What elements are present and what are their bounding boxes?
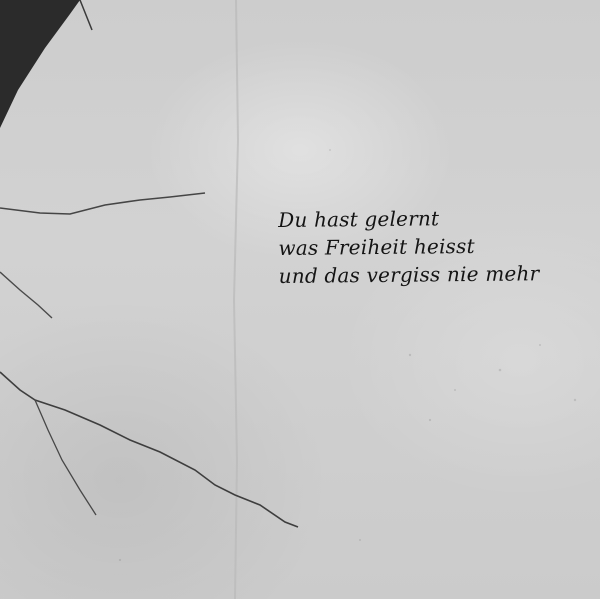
painted-quote: Du hast gelernt was Freiheit heisst und … bbox=[278, 203, 579, 290]
wall-seam bbox=[232, 0, 240, 599]
crack-line-top bbox=[0, 192, 206, 215]
crack-line-middle bbox=[0, 271, 53, 319]
wall-background bbox=[0, 0, 577, 599]
quote-line: Du hast gelernt bbox=[278, 206, 440, 232]
photo-scene: Du hast gelernt was Freiheit heisst und … bbox=[0, 0, 600, 599]
corner-edge-line bbox=[79, 0, 93, 31]
crack-branch bbox=[34, 399, 97, 516]
quote-line: was Freiheit heisst bbox=[278, 233, 475, 260]
quote-line: und das vergiss nie mehr bbox=[278, 261, 540, 288]
crack-line-lower bbox=[0, 371, 299, 528]
dark-shadow-region bbox=[0, 0, 80, 128]
